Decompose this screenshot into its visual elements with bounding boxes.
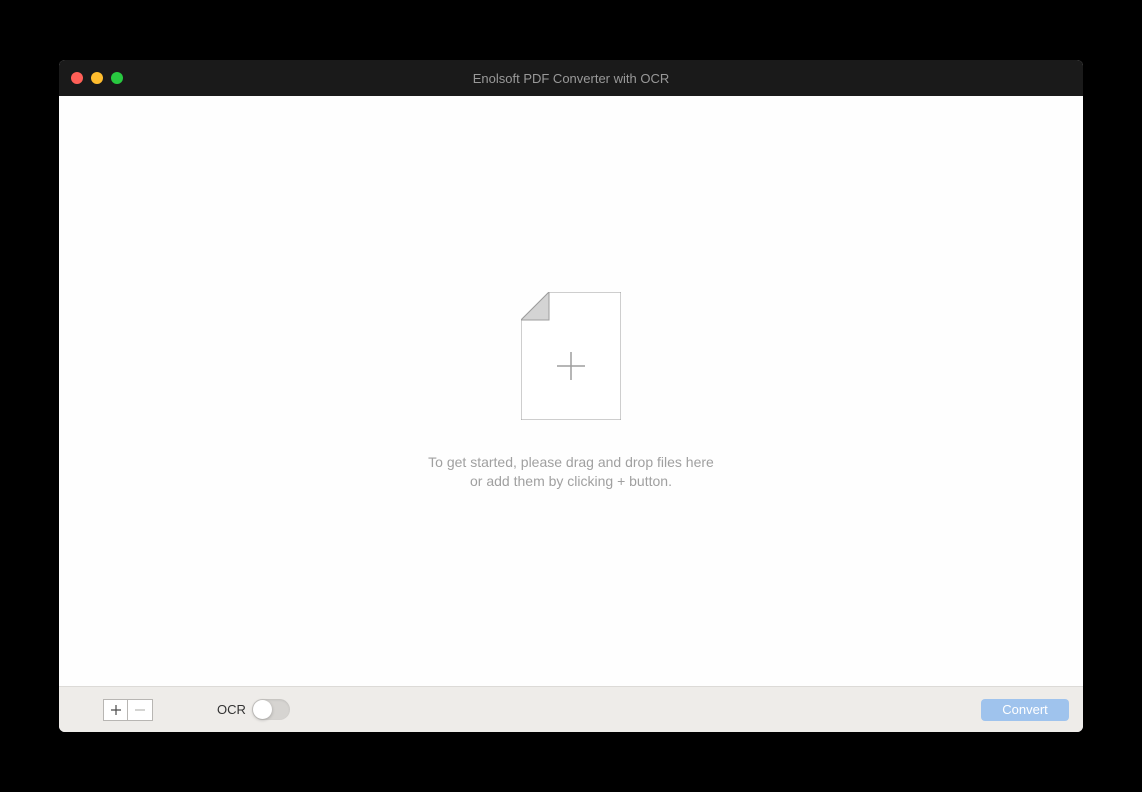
- minus-icon: [134, 704, 146, 716]
- ocr-label: OCR: [217, 702, 246, 717]
- footer-toolbar: OCR Convert: [59, 686, 1083, 732]
- maximize-button[interactable]: [111, 72, 123, 84]
- dropzone-hint: To get started, please drag and drop fil…: [428, 453, 714, 491]
- hint-line-1: To get started, please drag and drop fil…: [428, 453, 714, 472]
- traffic-lights: [59, 72, 123, 84]
- close-button[interactable]: [71, 72, 83, 84]
- add-file-button[interactable]: [103, 699, 128, 721]
- ocr-section: OCR: [217, 699, 290, 720]
- dropzone[interactable]: To get started, please drag and drop fil…: [59, 96, 1083, 686]
- window-title: Enolsoft PDF Converter with OCR: [59, 71, 1083, 86]
- minimize-button[interactable]: [91, 72, 103, 84]
- add-remove-group: [103, 699, 153, 721]
- document-placeholder-icon: [521, 292, 621, 425]
- plus-icon: [110, 704, 122, 716]
- remove-file-button[interactable]: [128, 699, 153, 721]
- hint-line-2: or add them by clicking + button.: [428, 472, 714, 491]
- toggle-knob: [253, 700, 272, 719]
- ocr-toggle[interactable]: [252, 699, 290, 720]
- app-window: Enolsoft PDF Converter with OCR To get s…: [59, 60, 1083, 732]
- convert-button[interactable]: Convert: [981, 699, 1069, 721]
- titlebar: Enolsoft PDF Converter with OCR: [59, 60, 1083, 96]
